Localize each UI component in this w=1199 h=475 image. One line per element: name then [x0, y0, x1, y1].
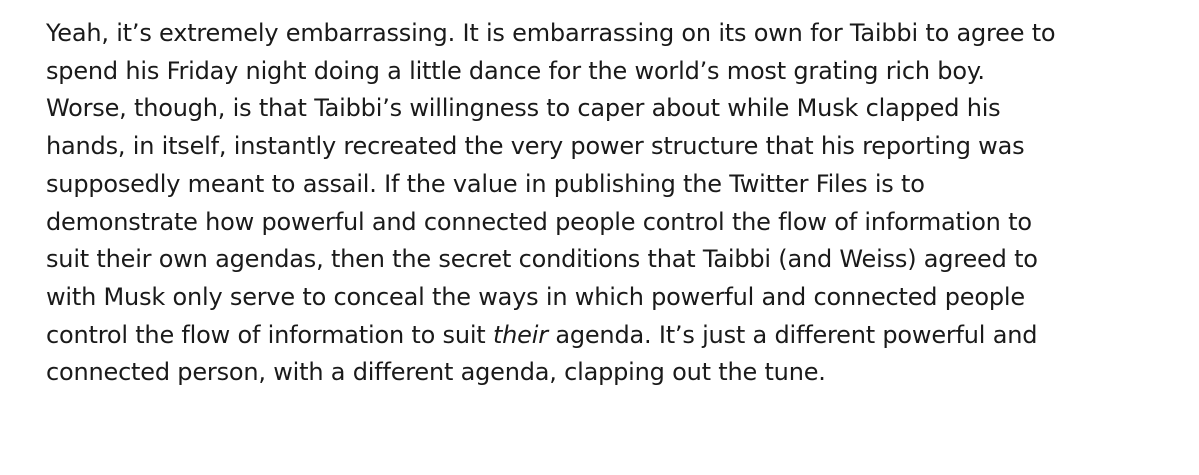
paragraph-line-9-end: agenda. It’s just a different powerful a…: [547, 320, 1038, 349]
paragraph-line-4: hands, in itself, instantly recreated th…: [46, 132, 1025, 161]
paragraph-line-9-start: control the flow of information to suit: [46, 320, 493, 349]
paragraph-line-6: demonstrate how powerful and connected p…: [46, 207, 1032, 236]
paragraph-line-10: connected person, with a different agend…: [46, 358, 826, 387]
paragraph-line-1: Yeah, it’s extremely embarrassing. It is…: [46, 19, 1056, 47]
emphasized-word: their: [492, 320, 548, 349]
paragraph-line-7: suit their own agendas, then the secret …: [46, 245, 1038, 274]
paragraph-line-3: Worse, though, is that Taibbi’s willingn…: [46, 94, 1001, 123]
paragraph-line-2: spend his Friday night doing a little da…: [46, 56, 985, 85]
paragraph-line-9: control the flow of information to suit …: [46, 317, 1055, 355]
article-excerpt: Yeah, it’s extremely embarrassing. It is…: [0, 0, 1199, 475]
article-paragraph: Yeah, it’s extremely embarrassing. It is…: [46, 15, 1056, 392]
paragraph-line-8: with Musk only serve to conceal the ways…: [46, 282, 1025, 311]
paragraph-line-5: supposedly meant to assail. If the value…: [46, 169, 925, 198]
